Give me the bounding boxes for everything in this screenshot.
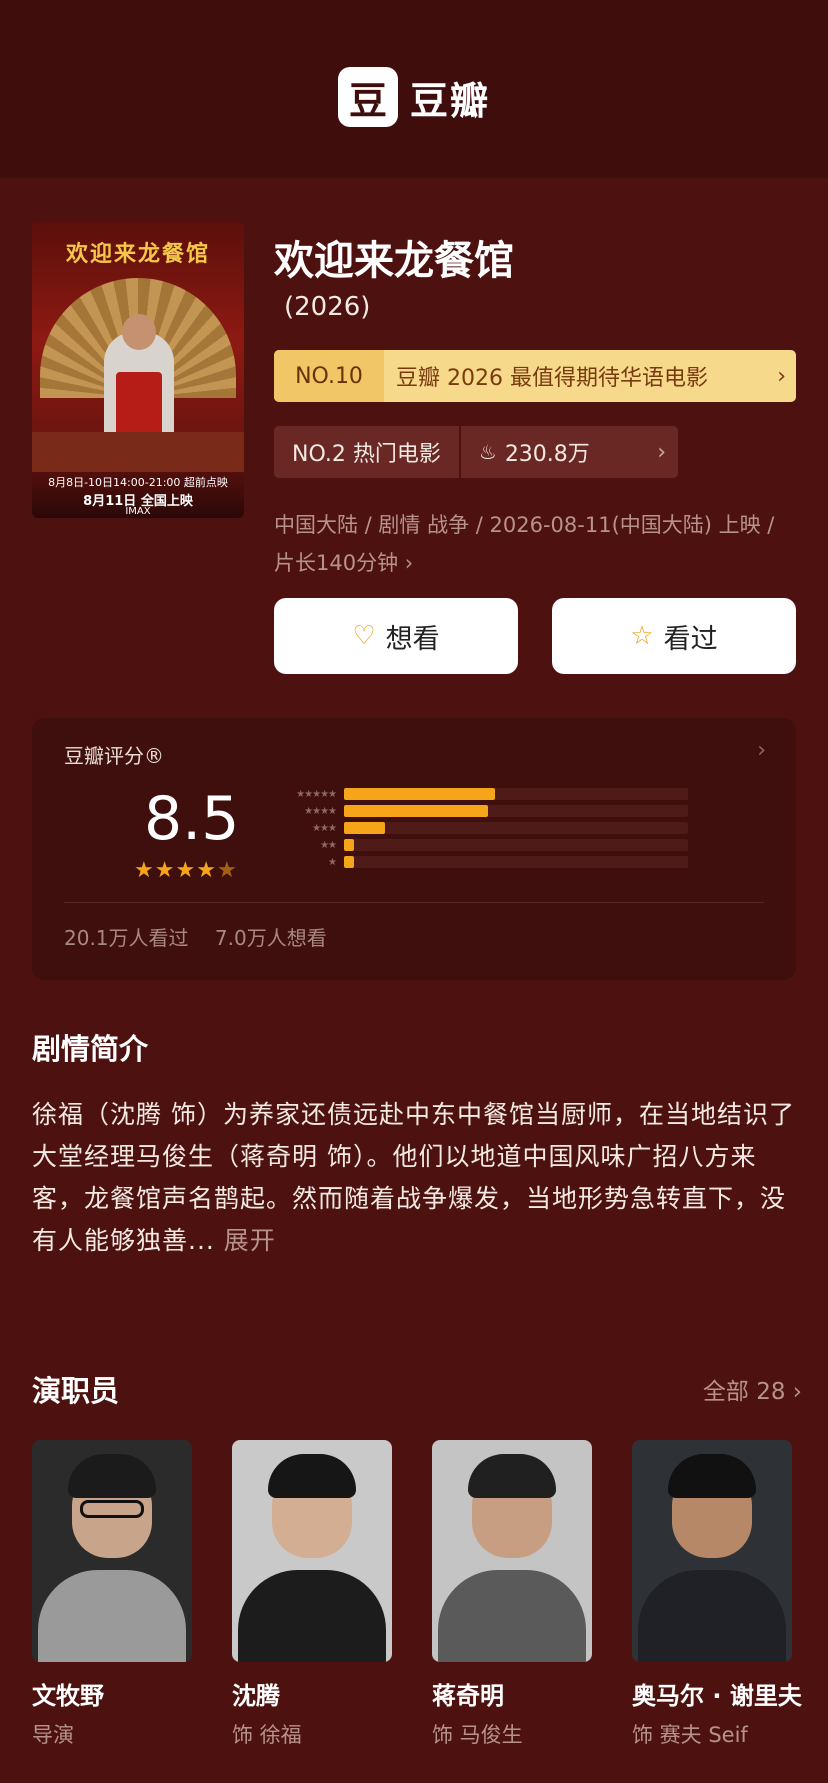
rating-bar-row: ★★★★ bbox=[268, 803, 688, 819]
divider bbox=[64, 902, 764, 903]
cast-name: 蒋奇明 bbox=[432, 1682, 504, 1710]
rating-score: 8.5 bbox=[144, 784, 240, 854]
star-icon: ★ bbox=[175, 858, 197, 883]
star-icon: ★ bbox=[154, 858, 176, 883]
star-icon: ☆ bbox=[630, 621, 654, 651]
cast-role: 饰 马俊生 bbox=[432, 1723, 523, 1747]
rating-bar-track bbox=[344, 822, 688, 834]
rating-bar-row: ★★★ bbox=[268, 820, 688, 836]
douban-logo-icon: 豆 bbox=[337, 67, 398, 127]
rating-bar-row: ★★★★★ bbox=[268, 786, 688, 802]
photo-hair bbox=[468, 1454, 556, 1498]
movie-meta[interactable]: 中国大陆 / 剧情 战争 / 2026-08-11(中国大陆) 上映 / 片长1… bbox=[274, 506, 794, 582]
cast-card[interactable]: 沈腾 饰 徐福 bbox=[232, 1440, 392, 1749]
synopsis-body: 徐福（沈腾 饰）为养家还债远赴中东中餐馆当厨师，在当地结识了大堂经理马俊生（蒋奇… bbox=[32, 1100, 795, 1255]
rating-bar-fill bbox=[344, 805, 489, 817]
photo-body bbox=[438, 1570, 586, 1662]
douban-logo-text: 豆瓣 bbox=[409, 78, 490, 123]
rating-counts: 20.1万人看过 7.0万人想看 bbox=[64, 922, 347, 951]
cast-card[interactable]: 奥马尔 · 谢里夫 饰 赛夫 Seif bbox=[632, 1440, 802, 1749]
photo-hair bbox=[668, 1454, 756, 1498]
cast-photo bbox=[232, 1440, 392, 1662]
synopsis-text: 徐福（沈腾 饰）为养家还债远赴中东中餐馆当厨师，在当地结识了大堂经理马俊生（蒋奇… bbox=[32, 1094, 798, 1262]
rating-bar-label: ★ bbox=[328, 856, 337, 868]
heart-plus-icon: ♡ bbox=[352, 621, 376, 651]
hot-movie-pill[interactable]: NO.2 热门电影 ♨ 230.8万 › bbox=[274, 426, 678, 478]
cast-title: 演职员 bbox=[32, 1374, 120, 1408]
chevron-right-icon: › bbox=[657, 439, 666, 465]
cast-photo bbox=[632, 1440, 792, 1662]
rating-bar-row: ★★ bbox=[268, 837, 688, 853]
rating-bar-label: ★★★★ bbox=[304, 805, 337, 817]
hot-rank: NO.2 热门电影 bbox=[274, 426, 461, 478]
top-bar: 豆 豆瓣 bbox=[0, 0, 828, 178]
cast-photo bbox=[32, 1440, 192, 1662]
rating-stars: ★★★★★ bbox=[134, 858, 238, 883]
seen-label: 看过 bbox=[663, 623, 718, 655]
rating-bar-fill bbox=[344, 839, 355, 851]
ranking-number: NO.10 bbox=[274, 350, 384, 402]
rating-stars-text: ★★★★★ bbox=[134, 858, 238, 883]
want-to-watch-button[interactable]: ♡ 想看 bbox=[274, 598, 518, 674]
cast-name: 文牧野 bbox=[32, 1682, 104, 1710]
photo-body bbox=[238, 1570, 386, 1662]
seen-count: 20.1万人看过 bbox=[64, 926, 189, 950]
rating-bar-fill bbox=[344, 856, 355, 868]
watched-button[interactable]: ☆ 看过 bbox=[552, 598, 796, 674]
want-label: 想看 bbox=[385, 623, 440, 655]
flame-icon: ♨ bbox=[478, 440, 497, 464]
poster-table bbox=[32, 432, 244, 472]
synopsis-title: 剧情简介 bbox=[32, 1032, 149, 1066]
cast-name: 沈腾 bbox=[232, 1682, 280, 1710]
cast-all-link[interactable]: 全部 28 › bbox=[703, 1372, 802, 1406]
photo-glasses bbox=[80, 1500, 144, 1518]
rating-card[interactable]: 豆瓣评分® › 8.5 ★★★★★ ★★★★★ ★★★★ ★★★ ★★ ★ 20.1万人… bbox=[32, 718, 796, 980]
poster-imax: IMAX bbox=[125, 506, 151, 517]
cast-card[interactable]: 蒋奇明 饰 马俊生 bbox=[432, 1440, 592, 1749]
want-count: 7.0万人想看 bbox=[214, 926, 327, 950]
star-icon: ★ bbox=[196, 858, 217, 883]
expand-link[interactable]: 展开 bbox=[224, 1226, 276, 1255]
hot-count-segment: ♨ 230.8万 › bbox=[461, 436, 678, 468]
rating-bar-label: ★★★★★ bbox=[296, 788, 337, 800]
cast-role: 导演 bbox=[32, 1723, 74, 1747]
movie-year: (2026) bbox=[284, 292, 371, 322]
rating-bar-fill bbox=[344, 822, 386, 834]
photo-hair bbox=[268, 1454, 356, 1498]
cast-role: 饰 赛夫 Seif bbox=[632, 1723, 748, 1747]
poster-preview-date: 8月8日-10日14:00-21:00 超前点映 bbox=[48, 476, 228, 489]
rating-title: 豆瓣评分® bbox=[64, 744, 164, 768]
poster-chef-head bbox=[122, 314, 156, 350]
photo-hair bbox=[68, 1454, 156, 1498]
rating-bar-track bbox=[344, 856, 688, 868]
chevron-right-icon: › bbox=[777, 363, 786, 389]
photo-body bbox=[638, 1570, 786, 1662]
rating-bar-track bbox=[344, 788, 688, 800]
rating-bar-row: ★ bbox=[268, 854, 688, 870]
movie-poster[interactable]: 欢迎来龙餐馆 8月8日-10日14:00-21:00 超前点映 8月11日 全国… bbox=[32, 222, 244, 518]
rating-distribution: ★★★★★ ★★★★ ★★★ ★★ ★ bbox=[268, 786, 688, 871]
cast-photo bbox=[432, 1440, 592, 1662]
rating-bar-label: ★★ bbox=[320, 839, 337, 851]
movie-title: 欢迎来龙餐馆 bbox=[274, 238, 514, 284]
rating-bar-label: ★★★ bbox=[312, 822, 337, 834]
rating-bar-track bbox=[344, 805, 688, 817]
hot-count: 230.8万 bbox=[504, 442, 590, 467]
cast-role: 饰 徐福 bbox=[232, 1723, 302, 1747]
cast-name: 奥马尔 · 谢里夫 bbox=[632, 1682, 802, 1710]
cast-card[interactable]: 文牧野 导演 bbox=[32, 1440, 192, 1749]
star-icon: ★ bbox=[216, 858, 238, 883]
poster-title: 欢迎来龙餐馆 bbox=[65, 242, 210, 267]
ranking-text: 豆瓣 2026 最值得期待华语电影 bbox=[396, 366, 708, 391]
star-icon: ★ bbox=[134, 858, 155, 883]
rating-bar-track bbox=[344, 839, 688, 851]
movie-detail-page: 豆 豆瓣 欢迎来龙餐馆 8月8日-10日14:00-21:00 超前点映 8月1… bbox=[0, 0, 828, 1783]
ranking-banner[interactable]: NO.10 豆瓣 2026 最值得期待华语电影 › bbox=[274, 350, 796, 402]
chevron-right-icon: › bbox=[757, 738, 766, 763]
rating-bar-fill bbox=[344, 788, 496, 800]
photo-body bbox=[38, 1570, 186, 1662]
